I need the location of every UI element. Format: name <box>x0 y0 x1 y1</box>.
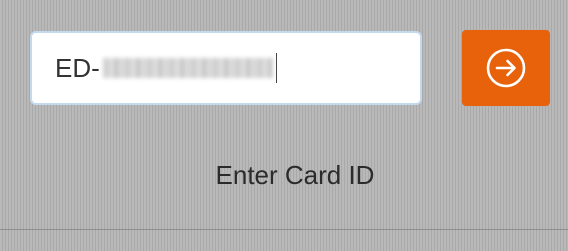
arrow-right-circle-icon <box>486 48 526 88</box>
card-id-value: ED- <box>55 52 100 83</box>
submit-card-button[interactable] <box>462 30 550 106</box>
redacted-card-number <box>102 58 273 78</box>
text-caret <box>275 53 277 83</box>
bottom-divider <box>0 229 568 230</box>
card-id-input[interactable]: ED- <box>30 31 422 105</box>
enter-card-id-prompt: Enter Card ID <box>215 160 375 190</box>
